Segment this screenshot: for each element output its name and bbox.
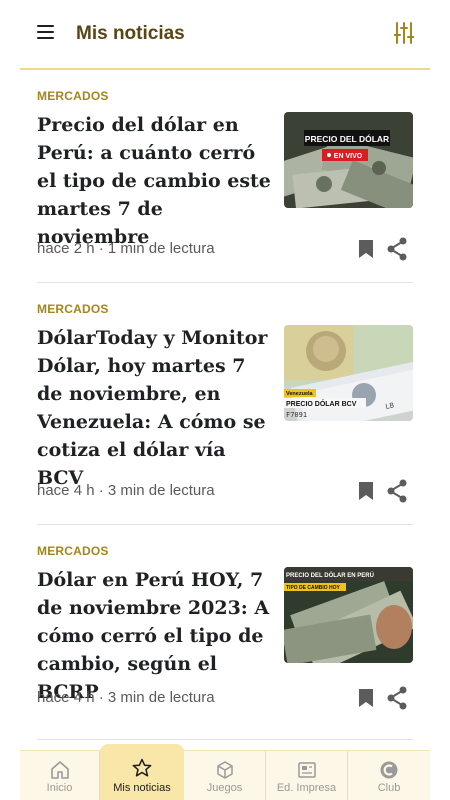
article-card[interactable]: MERCADOS DólarToday y Monitor Dólar, hoy… (37, 283, 413, 525)
star-icon (132, 758, 152, 777)
thumb-tag: Venezuela (286, 391, 314, 397)
news-feed: MERCADOS Precio del dólar en Perú: a cuá… (37, 70, 413, 740)
cube-icon (216, 761, 233, 779)
article-meta: hace 4 h · 3 min de lectura (37, 482, 215, 499)
article-card[interactable]: MERCADOS Precio del dólar en Perú: a cuá… (37, 70, 413, 283)
nav-label: Club (377, 782, 401, 794)
article-card[interactable]: MERCADOS Dólar en Perú HOY, 7 de noviemb… (37, 525, 413, 740)
article-thumbnail[interactable]: PRECIO DEL DÓLAR EN PERÚ TIPO DE CAMBIO … (284, 567, 413, 663)
bookmark-icon[interactable] (358, 688, 374, 713)
article-headline[interactable]: Dólar en Perú HOY, 7 de noviembre 2023: … (37, 566, 277, 706)
section-label[interactable]: MERCADOS (37, 544, 109, 558)
nav-item-inicio[interactable]: Inicio (20, 751, 100, 800)
divider (37, 739, 413, 740)
bookmark-icon[interactable] (358, 481, 374, 506)
club-icon (380, 761, 398, 779)
bookmark-icon[interactable] (358, 239, 374, 264)
nav-label: Ed. Impresa (276, 782, 337, 794)
article-actions (358, 237, 408, 261)
share-icon[interactable] (386, 479, 408, 508)
section-label[interactable]: MERCADOS (37, 302, 109, 316)
nav-label: Juegos (206, 782, 243, 794)
live-badge: EN VIVO (334, 153, 363, 160)
home-icon (50, 761, 69, 779)
share-icon[interactable] (386, 686, 408, 715)
nav-item-juegos[interactable]: Juegos (184, 751, 266, 800)
section-label[interactable]: MERCADOS (37, 89, 109, 103)
thumb-tag: TIPO DE CAMBIO HOY (286, 585, 341, 591)
article-meta: hace 2 h · 1 min de lectura (37, 240, 215, 257)
app-header: Mis noticias (20, 0, 430, 70)
article-meta: hace 4 h · 3 min de lectura (37, 689, 215, 706)
newspaper-icon (297, 762, 316, 778)
article-headline[interactable]: Precio del dólar en Perú: a cuánto cerró… (37, 111, 277, 251)
sliders-icon[interactable] (393, 22, 415, 49)
thumb-title: PRECIO DÓLAR BCV (286, 399, 357, 408)
article-thumbnail[interactable]: LB Venezuela PRECIO DÓLAR BCV F7091 (284, 325, 413, 421)
nav-label: Inicio (46, 782, 73, 794)
nav-item-ed-impresa[interactable]: Ed. Impresa (266, 751, 348, 800)
thumb-title: PRECIO DEL DÓLAR (305, 133, 389, 144)
thumb-title: PRECIO DEL DÓLAR EN PERÚ (286, 571, 374, 579)
article-actions (358, 479, 408, 503)
svg-text:F7091: F7091 (286, 411, 307, 419)
nav-item-mis-noticias[interactable]: Mis noticias (100, 744, 184, 800)
bottom-navigation: Inicio Mis noticias Juegos Ed. Impresa C… (20, 744, 430, 800)
page-title: Mis noticias (76, 23, 185, 44)
nav-label: Mis noticias (113, 782, 171, 794)
article-headline[interactable]: DólarToday y Monitor Dólar, hoy martes 7… (37, 324, 277, 492)
nav-item-club[interactable]: Club (348, 751, 430, 800)
hamburger-menu-icon[interactable] (37, 25, 54, 39)
article-thumbnail[interactable]: PRECIO DEL DÓLAR EN VIVO (284, 112, 413, 208)
share-icon[interactable] (386, 237, 408, 266)
article-actions (358, 686, 408, 710)
